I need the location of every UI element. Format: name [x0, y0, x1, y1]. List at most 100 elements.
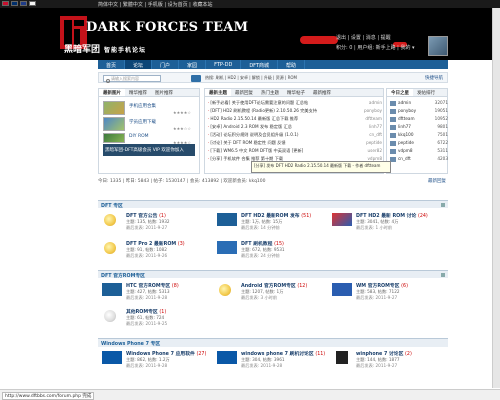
- forum-bulb-icon: [104, 310, 116, 322]
- forum-item[interactable]: WM 官方ROM专区 (6) 主题: 583, 帖数: 7122 最后发表: 2…: [328, 280, 443, 306]
- category-header[interactable]: DFT 专区: [98, 200, 448, 209]
- image-panel: 最新图片 精华推荐 图片推荐 手机应用合集 ★★★★☆ 学员应用下载 ★★★☆☆…: [98, 88, 200, 174]
- tab-latest-images[interactable]: 最新图片: [99, 89, 125, 96]
- thumb-2-label[interactable]: 学员应用下载: [129, 119, 156, 125]
- rank-row[interactable]: kkq100 7501: [390, 132, 448, 138]
- status-url: http://www.dftbbs.com/forum.php 完成: [2, 392, 95, 400]
- image-slide-caption[interactable]: 黑暗军团-DFT高级会员 VIP 欢迎你加入: [103, 144, 195, 156]
- avatar: [390, 140, 396, 146]
- nav-ftp[interactable]: FTP-DD: [206, 60, 242, 69]
- avatar: [390, 100, 396, 106]
- logo-subtitle: 黑暗军团 智能手机论坛: [64, 42, 146, 55]
- windows-logo-icon: [217, 351, 237, 364]
- ranking-tabs: 今日之星 发帖排行: [387, 89, 447, 97]
- search-placeholder: 请输入搜索内容: [111, 76, 139, 81]
- thumb-2[interactable]: [103, 117, 125, 131]
- nav-shop[interactable]: DFT商城: [241, 60, 279, 69]
- thread-row[interactable]: ·HD2 Radio 2.15.50.14 最新版 汇总下载 推荐 dftteam: [208, 116, 382, 122]
- rank-row[interactable]: linh77 9801: [390, 124, 448, 130]
- forum-item[interactable]: DFT 刷机教程 (15) 主题: 672, 帖数: 9531 最后发表: 24…: [213, 238, 328, 264]
- category-header[interactable]: Windows Phone 7 专区: [98, 338, 448, 347]
- browser-status-bar: http://www.dftbbs.com/forum.php 完成: [0, 389, 500, 400]
- rank-row[interactable]: admin 32071: [390, 100, 448, 106]
- nav-home[interactable]: 首页: [98, 60, 126, 69]
- forum-logo-icon: [332, 213, 352, 226]
- main-nav: 首页 论坛 门户 家园 FTP-DD DFT商城 帮助: [98, 60, 448, 69]
- logo-tagline: 智能手机论坛: [104, 47, 147, 54]
- tab-latest-threads[interactable]: 最新主题: [205, 89, 231, 96]
- search-icon: [106, 79, 110, 83]
- forum-item[interactable]: DFT 官方公告 (1) 主题: 135, 帖数: 1932 最后发表: 201…: [98, 210, 213, 236]
- tab-latest-replies[interactable]: 最新回复: [231, 89, 257, 96]
- forum-logo-icon: [217, 213, 237, 226]
- thread-tooltip: [分享] 发布 DFT HD2 Radio 2.15.50.14 最新版 下载 …: [251, 161, 391, 173]
- thumb-1-label[interactable]: 手机应用合集: [129, 103, 156, 109]
- flag-tw-icon[interactable]: [11, 1, 18, 6]
- flag-jp-icon[interactable]: [29, 1, 36, 6]
- forum-item[interactable]: Windows Phone 7 应用软件 (27) 主题: 862, 帖数: 1…: [98, 348, 213, 374]
- hot-search-words[interactable]: 热搜: 刷机 | HD2 | 安卓 | 解锁 | 升级 | 资源 | ROM: [205, 75, 297, 81]
- logo-title: DARK FORCES TEAM: [86, 20, 249, 35]
- rank-row[interactable]: vdpm8 5311: [390, 148, 448, 154]
- thread-row[interactable]: ·[下载] WM6.5 中文 ROM DFT版 中英双语 [更新] user82: [208, 148, 382, 154]
- user-info-links[interactable]: 积分: 0 | 用户组: 新手上路 | 我的 ▾: [336, 44, 415, 51]
- nav-space[interactable]: 家园: [179, 60, 207, 69]
- forum-item[interactable]: DFT Pro 2 最新ROM (3) 主题: 91, 帖数: 1082 最后发…: [98, 238, 213, 264]
- nav-portal[interactable]: 门户: [152, 60, 180, 69]
- page-scrollbar[interactable]: [492, 8, 500, 388]
- forum-item[interactable]: DFT HD2 最新ROM 发布 (51) 主题: 1万, 帖数: 15万 最后…: [213, 210, 328, 236]
- forum-item[interactable]: Android 官方ROM专区 (12) 主题: 1207, 帖数: 1万 最后…: [213, 280, 328, 306]
- flag-uk-icon[interactable]: [20, 1, 27, 6]
- flag-cn-icon[interactable]: [2, 1, 9, 6]
- rank-row[interactable]: ponyboy 19051: [390, 108, 448, 114]
- category-header[interactable]: DFT 官方ROM专区: [98, 270, 448, 279]
- search-button[interactable]: [191, 75, 201, 82]
- category-title: DFT 专区: [101, 204, 123, 209]
- forum-stats: 今日: 1335 | 昨日: 5843 | 帖子: 1530147 | 会员: …: [98, 178, 448, 186]
- rank-row[interactable]: peptide 6722: [390, 140, 448, 146]
- top-links[interactable]: 简体中文 | 繁體中文 | 手机版 | 设为首页 | 收藏本站: [98, 1, 212, 8]
- latest-reply-link[interactable]: 最新回复: [428, 178, 446, 184]
- thread-tabs: 最新主题 最新回复 热门主题 精华帖子 最新推荐: [205, 89, 383, 97]
- forum-item[interactable]: DFT HD2 最新 ROM 讨论 (24) 主题: 3041, 帖数: 4万 …: [328, 210, 443, 236]
- stats-text: 今日: 1335 | 昨日: 5843 | 帖子: 1530147 | 会员: …: [98, 179, 266, 184]
- rank-row[interactable]: cn_dft 4203: [390, 156, 448, 162]
- tab-hot-threads[interactable]: 热门主题: [257, 89, 283, 96]
- thumb-1[interactable]: [103, 101, 125, 115]
- tab-today-star[interactable]: 今日之星: [387, 89, 413, 96]
- avatar: [390, 124, 396, 130]
- thread-row[interactable]: ·[讨论] 关于 DFT ROM 稳定性 问题 反馈 peptide: [208, 140, 382, 146]
- nav-help[interactable]: 帮助: [278, 60, 306, 69]
- rank-row[interactable]: dftteam 10952: [390, 116, 448, 122]
- forum-item[interactable]: windows phone 7 刷机讨论区 (11) 主题: 304, 帖数: …: [213, 348, 328, 374]
- forum-item[interactable]: 其他ROM专区 (1) 主题: 61, 帖数: 724 最后发表: 2011-9…: [98, 306, 213, 332]
- thumb-3[interactable]: [103, 133, 125, 143]
- collapse-icon[interactable]: [441, 273, 445, 277]
- tab-recommend[interactable]: 最新推荐: [309, 89, 335, 96]
- search-input[interactable]: 请输入搜索内容: [103, 75, 161, 83]
- language-flags: [2, 1, 36, 6]
- collapse-icon[interactable]: [441, 203, 445, 207]
- thread-row[interactable]: ·[活动] 论坛积分规则 说明及会员组升级 (1.0.1) cn_dft: [208, 132, 382, 138]
- thread-row[interactable]: ·[DFT] HD2 刷机教程 (Radio更新) 2.10.50.26 完美支…: [208, 108, 382, 114]
- forum-logo-icon: [332, 283, 352, 296]
- tab-image-recommend[interactable]: 图片推荐: [151, 89, 177, 96]
- thread-row[interactable]: ·[安卓] Android 2.3 ROM 发布 稳定版 汇总 linh77: [208, 124, 382, 130]
- user-action-links[interactable]: 退出 | 设置 | 消息 | 提醒: [336, 34, 391, 41]
- tab-featured[interactable]: 精华推荐: [125, 89, 151, 96]
- nav-forum[interactable]: 论坛: [125, 60, 153, 69]
- thread-row[interactable]: ·[新手必看] 关于使用DFT论坛需要注意的问题 汇总帖 admin: [208, 100, 382, 106]
- forum-item[interactable]: HTC 官方ROM专区 (8) 主题: 427, 帖数: 5313 最后发表: …: [98, 280, 213, 306]
- avatar[interactable]: [428, 36, 448, 56]
- forum-new-bulb-icon: [104, 214, 116, 226]
- thumb-3-label[interactable]: DIY ROM: [129, 134, 149, 139]
- category-title: Windows Phone 7 专区: [101, 342, 161, 347]
- phone-icon: [336, 351, 348, 364]
- forum-item[interactable]: winphone 7 讨论区 (2) 主题: 144, 帖数: 1877 最后发…: [328, 348, 443, 374]
- logo-cn: 黑暗军团: [64, 45, 101, 55]
- tab-post-rank[interactable]: 发帖排行: [413, 89, 439, 96]
- avatar: [390, 132, 396, 138]
- tab-digest[interactable]: 精华帖子: [283, 89, 309, 96]
- quick-nav-link[interactable]: 快捷导航: [425, 75, 443, 81]
- image-panel-tabs: 最新图片 精华推荐 图片推荐: [99, 89, 199, 97]
